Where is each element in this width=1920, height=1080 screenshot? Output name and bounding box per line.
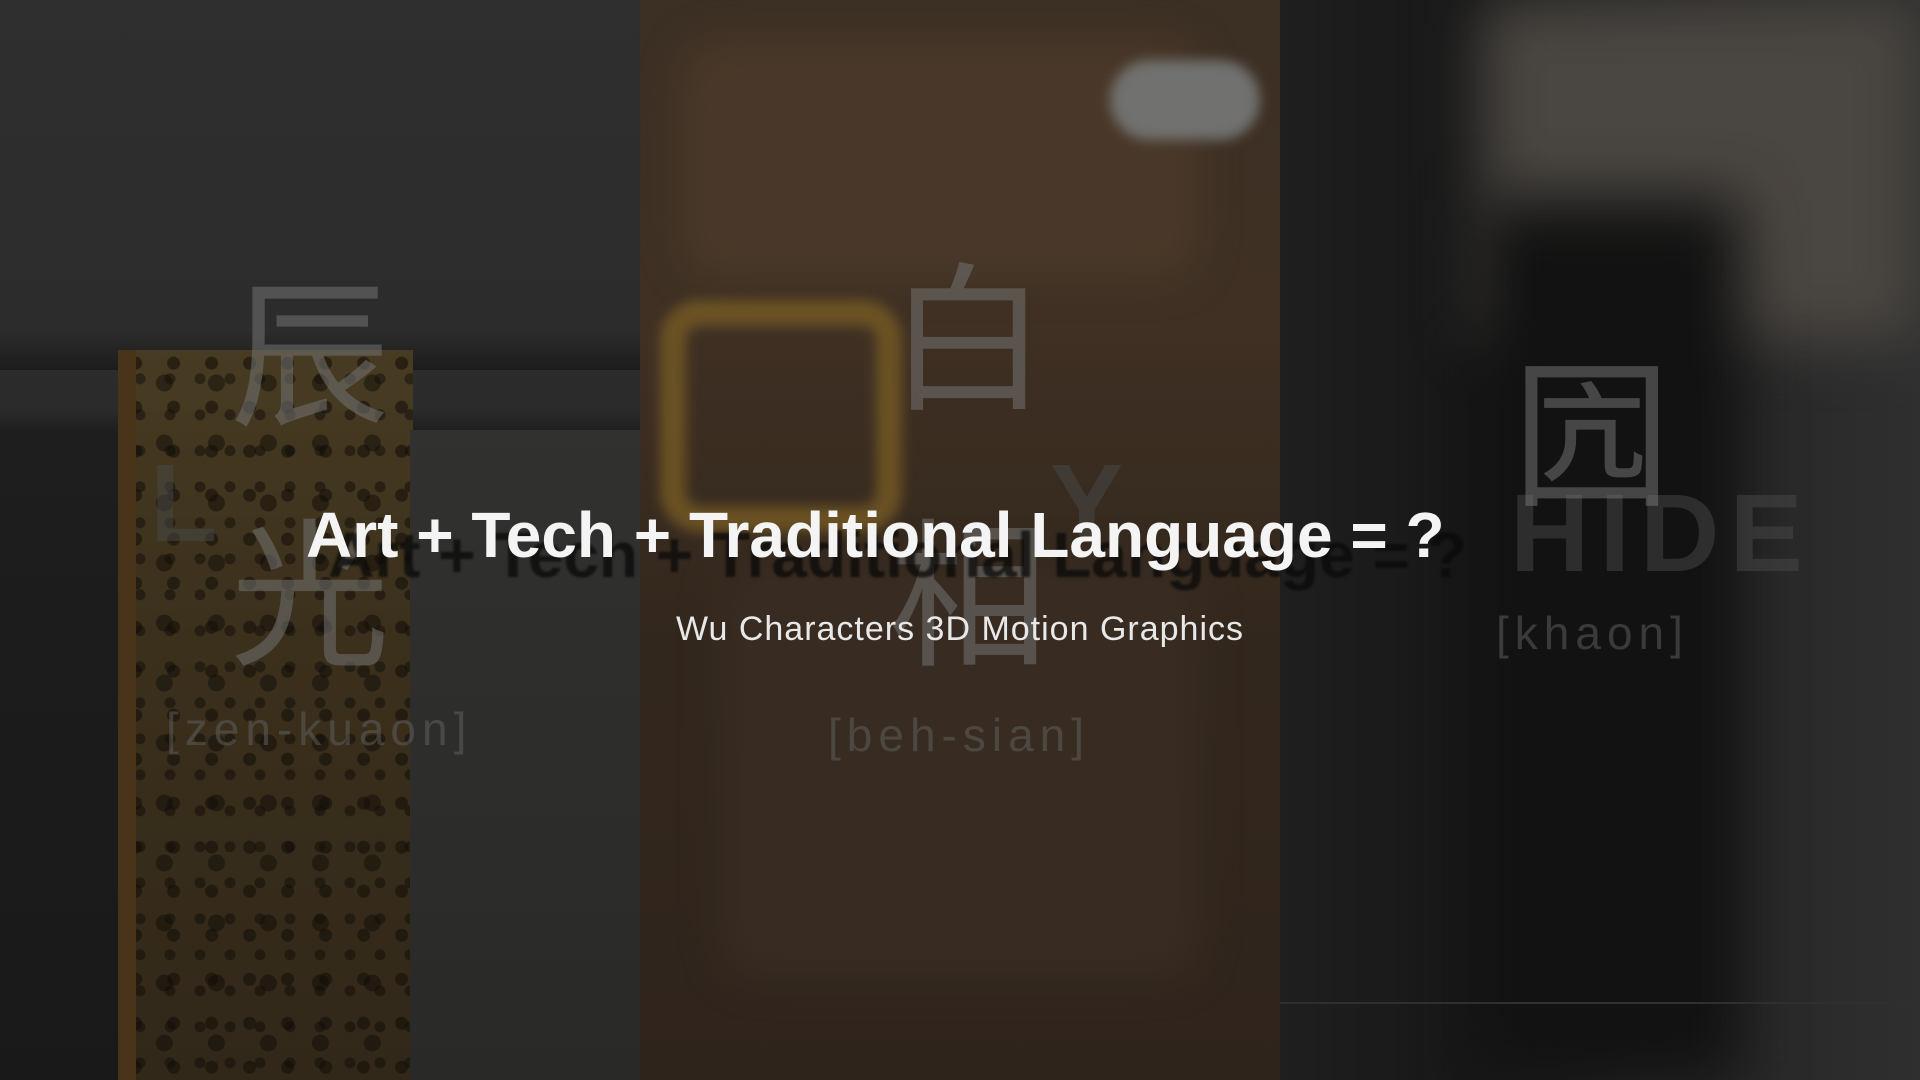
promo-slide: L 辰 光 [zen-kuaon] Y 白 相 [beh-sian] HIDE … <box>0 0 1920 1080</box>
page-title: Art + Tech + Traditional Language = ? <box>306 499 1445 571</box>
page-subtitle: Wu Characters 3D Motion Graphics <box>675 610 1244 648</box>
